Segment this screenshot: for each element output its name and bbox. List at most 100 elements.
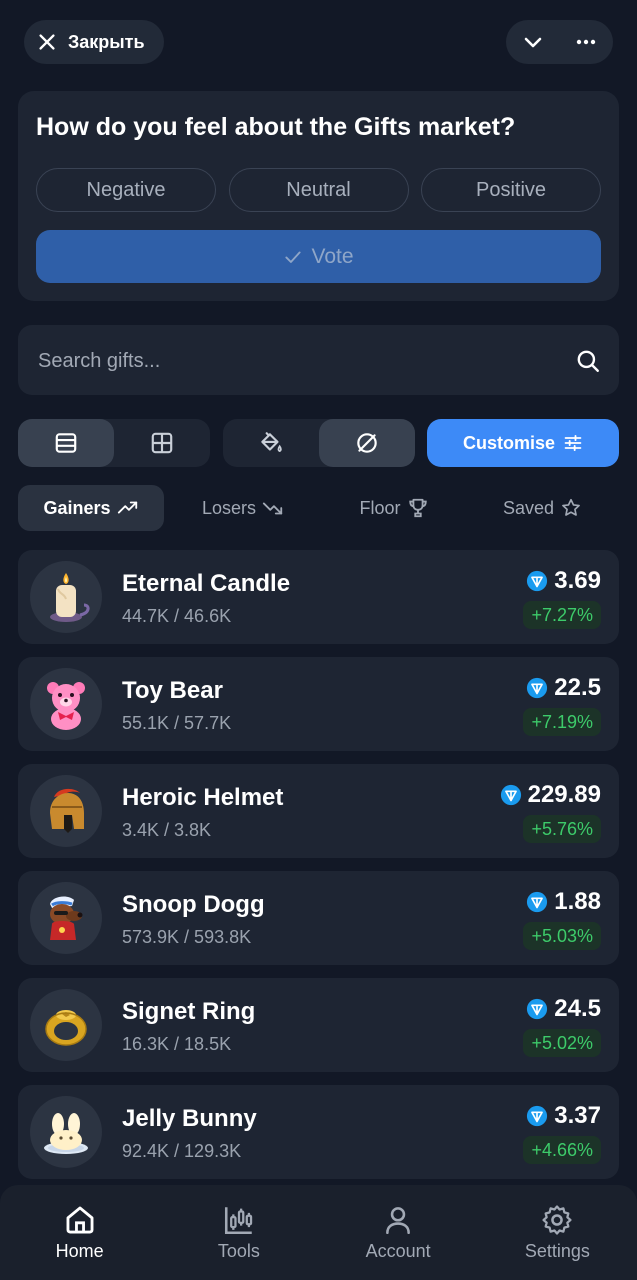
grid-view-icon [151, 432, 173, 454]
background-toggle [223, 419, 415, 467]
sliders-icon [564, 435, 582, 451]
gift-change-badge: +7.27% [523, 601, 601, 629]
gift-price: 22.5 [526, 674, 601, 702]
collapse-button[interactable] [506, 20, 559, 64]
nav-settings[interactable]: Settings [478, 1185, 637, 1280]
tab-saved-label: Saved [502, 497, 555, 518]
ton-icon [527, 998, 548, 1020]
sentiment-poll: How do you feel about the Gifts market? … [18, 91, 619, 301]
gift-row[interactable]: Heroic Helmet 3.4K / 3.8K 229.89 +5.76% [18, 764, 619, 858]
nav-home[interactable]: Home [0, 1185, 159, 1280]
gift-price: 24.5 [526, 995, 601, 1023]
chart-tools-icon [224, 1207, 253, 1235]
teddy-bear-icon [47, 682, 85, 730]
star-icon [562, 498, 580, 516]
poll-question: How do you feel about the Gifts market? [36, 113, 516, 141]
check-icon [285, 251, 302, 263]
nav-tools[interactable]: Tools [159, 1185, 318, 1280]
gift-price: 229.89 [500, 781, 601, 809]
nav-home-label: Home [55, 1241, 104, 1261]
user-icon [386, 1207, 411, 1235]
tab-gainers[interactable]: Gainers [18, 485, 164, 531]
home-icon [66, 1206, 94, 1234]
trophy-icon [408, 498, 427, 518]
gift-change-badge: +5.76% [523, 815, 601, 843]
trending-down-icon [262, 502, 283, 515]
gift-row[interactable]: Jelly Bunny 92.4K / 129.3K 3.37 +4.66% [18, 1085, 619, 1179]
tab-losers[interactable]: Losers [164, 485, 322, 531]
gift-supply: 573.9K / 593.8K [122, 927, 252, 947]
nav-account[interactable]: Account [319, 1185, 478, 1280]
top-bar: Закрыть [0, 0, 637, 84]
list-view-button[interactable] [18, 419, 114, 467]
gift-change-badge: +4.66% [523, 1136, 601, 1164]
search-input[interactable] [36, 325, 560, 397]
top-actions [506, 20, 613, 64]
nav-tools-label: Tools [217, 1241, 260, 1261]
gift-row[interactable]: Eternal Candle 44.7K / 46.6K 3.69 +7.27% [18, 550, 619, 644]
list-view-icon [55, 433, 77, 453]
gift-supply: 92.4K / 129.3K [122, 1141, 242, 1161]
search-icon[interactable] [575, 348, 601, 374]
gift-name: Jelly Bunny [122, 1105, 257, 1132]
poll-option-neutral[interactable]: Neutral [228, 168, 409, 212]
no-background-button[interactable] [319, 419, 415, 467]
gift-price-value: 229.89 [527, 781, 601, 808]
ton-icon [527, 677, 548, 699]
gift-name: Signet Ring [122, 998, 256, 1025]
poll-options: Negative Neutral Positive [36, 168, 601, 212]
search-bar [18, 325, 619, 397]
gift-row[interactable]: Signet Ring 16.3K / 18.5K 24.5 +5.02% [18, 978, 619, 1072]
grid-view-button[interactable] [114, 419, 210, 467]
gift-avatar [30, 882, 102, 954]
gift-price: 1.88 [526, 888, 601, 916]
gift-supply: 44.7K / 46.6K [122, 606, 232, 626]
ring-icon [45, 1010, 87, 1046]
gift-price-value: 3.37 [554, 1102, 601, 1129]
gift-supply: 55.1K / 57.7K [122, 713, 232, 733]
paint-bucket-icon [261, 432, 282, 453]
more-button[interactable] [559, 20, 612, 64]
ton-icon [527, 891, 548, 913]
trending-up-icon [117, 501, 137, 514]
gift-change-badge: +7.19% [523, 708, 601, 736]
poll-option-negative[interactable]: Negative [36, 168, 216, 212]
gift-price: 3.37 [526, 1102, 601, 1130]
ton-icon [527, 1105, 548, 1127]
close-button[interactable]: Закрыть [24, 20, 164, 64]
gift-price-value: 3.69 [554, 567, 601, 594]
tab-floor[interactable]: Floor [322, 485, 466, 531]
no-background-icon [357, 433, 377, 453]
customise-button[interactable]: Customise [427, 419, 619, 467]
gift-row[interactable]: Snoop Dogg 573.9K / 593.8K 1.88 +5.03% [18, 871, 619, 965]
nav-account-label: Account [365, 1241, 431, 1261]
jelly-bunny-icon [44, 1113, 88, 1154]
gift-name: Eternal Candle [122, 570, 291, 597]
background-fill-button[interactable] [223, 419, 319, 467]
vote-label: Vote [311, 244, 354, 268]
gift-change-badge: +5.03% [523, 922, 601, 950]
tab-saved[interactable]: Saved [466, 485, 619, 531]
vote-button[interactable]: Vote [36, 230, 601, 283]
ton-icon [500, 784, 521, 806]
gift-avatar [30, 989, 102, 1061]
tab-floor-label: Floor [359, 497, 401, 518]
candle-icon [50, 573, 90, 622]
gift-avatar [30, 775, 102, 847]
gift-supply: 3.4K / 3.8K [122, 820, 212, 840]
chevron-down-icon [524, 37, 541, 48]
ton-icon [527, 570, 548, 592]
spartan-helmet-icon [50, 788, 84, 833]
close-icon [39, 34, 55, 50]
gift-avatar [30, 1096, 102, 1168]
gift-supply: 16.3K / 18.5K [122, 1034, 232, 1054]
close-label: Закрыть [68, 31, 145, 52]
gift-change-badge: +5.02% [523, 1029, 601, 1057]
gift-row[interactable]: Toy Bear 55.1K / 57.7K 22.5 +7.19% [18, 657, 619, 751]
tab-losers-label: Losers [201, 497, 257, 518]
gift-name: Heroic Helmet [122, 784, 284, 811]
customise-label: Customise [462, 432, 556, 453]
nav-settings-label: Settings [524, 1241, 590, 1261]
tab-gainers-label: Gainers [43, 497, 111, 518]
poll-option-positive[interactable]: Positive [421, 168, 601, 212]
